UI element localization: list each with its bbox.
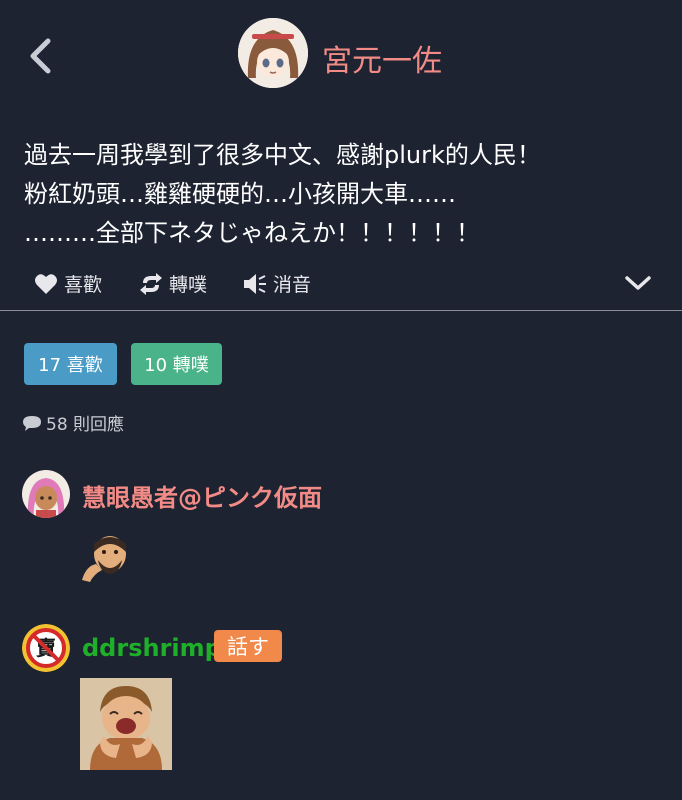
responses-label: 58 則回應 <box>46 415 125 435</box>
heart-icon <box>35 273 57 294</box>
speaker-mute-icon <box>244 273 266 294</box>
replurks-count-badge[interactable]: 10 轉噗 <box>131 343 222 385</box>
reply-image[interactable] <box>80 678 172 770</box>
reply-emoticon <box>80 530 136 582</box>
reply-item: 賣 ddrshrimp 話す <box>0 620 682 780</box>
chevron-down-icon <box>625 276 651 290</box>
likes-count-badge[interactable]: 17 喜歡 <box>24 343 117 385</box>
post-line: 過去一周我學到了很多中文、感謝plurk的人民！ <box>24 141 541 169</box>
reply-avatar[interactable]: 賣 <box>22 624 70 672</box>
divider <box>0 310 682 311</box>
post-line: ………全部下ネタじゃねえか！！！！！！ <box>24 219 480 247</box>
back-button[interactable] <box>22 36 58 76</box>
post-actions: 喜歡 轉噗 消音 <box>0 262 682 308</box>
like-label: 喜歡 <box>64 274 103 296</box>
post-header: 宮元一佐 <box>0 0 682 115</box>
post-line: 粉紅奶頭…雞雞硬硬的…小孩開大車…… <box>24 180 456 208</box>
reply-item: 慧眼愚者@ピンク仮面 <box>0 468 682 588</box>
speech-bubble-icon <box>23 415 41 431</box>
mute-label: 消音 <box>273 274 312 296</box>
mute-button[interactable]: 消音 <box>243 270 311 297</box>
more-options-button[interactable] <box>624 274 652 292</box>
responses-count: 58 則回應 <box>22 410 124 435</box>
reply-author-name[interactable]: ddrshrimp <box>82 634 222 662</box>
like-button[interactable]: 喜歡 <box>34 270 102 297</box>
replurk-icon <box>140 272 162 295</box>
author-avatar[interactable] <box>238 18 308 88</box>
reply-qualifier-tag: 話す <box>214 630 282 662</box>
author-name[interactable]: 宮元一佐 <box>322 36 442 80</box>
chevron-left-icon <box>30 38 51 74</box>
replurk-button[interactable]: 轉噗 <box>139 270 207 297</box>
reply-author-name[interactable]: 慧眼愚者@ピンク仮面 <box>82 478 322 513</box>
replurk-label: 轉噗 <box>169 274 208 296</box>
reply-avatar[interactable] <box>22 470 70 518</box>
post-content: 過去一周我學到了很多中文、感謝plurk的人民！ 粉紅奶頭…雞雞硬硬的…小孩開大… <box>24 136 664 253</box>
